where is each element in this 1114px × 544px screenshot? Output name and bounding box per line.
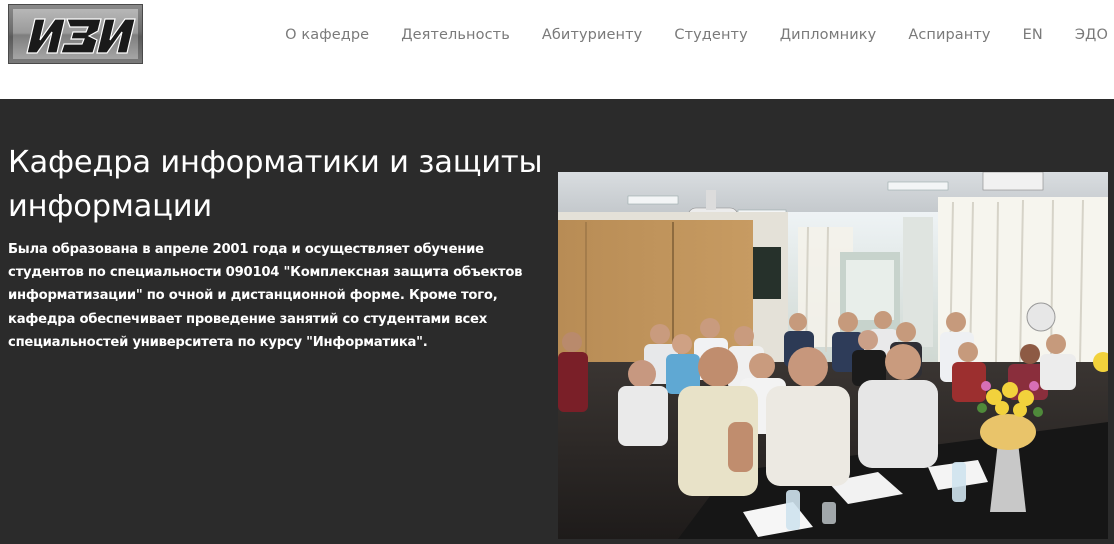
nav-item-edo[interactable]: ЭДО	[1075, 27, 1108, 43]
nav-item-activity[interactable]: Деятельность	[401, 27, 510, 43]
logo-mark	[26, 18, 136, 54]
hero-title: Кафедра информатики и защиты информации	[8, 145, 543, 224]
hero-description: Была образована в апреле 2001 года и осу…	[8, 242, 523, 350]
classroom-photo	[558, 172, 1108, 539]
nav-item-about[interactable]: О кафедре	[285, 27, 369, 43]
nav-item-students[interactable]: Студенту	[674, 27, 747, 43]
nav-item-english[interactable]: EN	[1023, 27, 1043, 43]
site-header: О кафедре Деятельность Абитуриенту Студе…	[0, 0, 1114, 99]
nav-item-applicants[interactable]: Абитуриенту	[542, 27, 642, 43]
logo[interactable]	[8, 4, 143, 64]
nav-item-postgraduates[interactable]: Аспиранту	[908, 27, 990, 43]
nav-item-graduates[interactable]: Дипломнику	[780, 27, 877, 43]
main-navigation: О кафедре Деятельность Абитуриенту Студе…	[285, 24, 1108, 46]
